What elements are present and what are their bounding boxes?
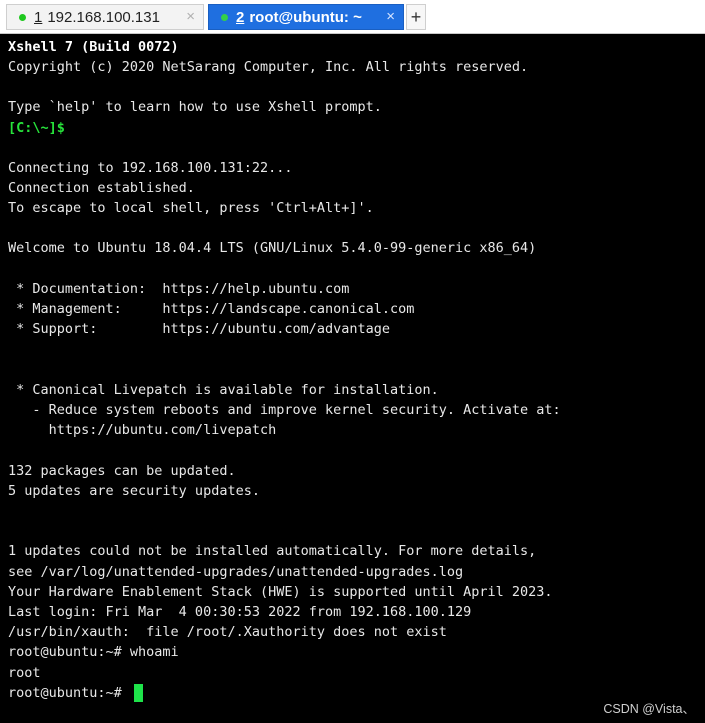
connection-status-icon <box>19 13 26 21</box>
terminal-line: Copyright (c) 2020 NetSarang Computer, I… <box>8 59 529 75</box>
terminal-line: * Support: https://ubuntu.com/advantage <box>8 321 391 337</box>
terminal-line: Xshell 7 (Build 0072) <box>8 39 179 55</box>
terminal-line: Your Hardware Enablement Stack (HWE) is … <box>8 584 553 600</box>
terminal-line: * Canonical Livepatch is available for i… <box>8 382 439 398</box>
terminal-line: https://ubuntu.com/livepatch <box>8 422 277 438</box>
terminal-line: - Reduce system reboots and improve kern… <box>8 402 561 418</box>
local-prompt: [C:\~]$ <box>8 120 65 136</box>
terminal-line: /usr/bin/xauth: file /root/.Xauthority d… <box>8 624 447 640</box>
terminal-line: 1 updates could not be installed automat… <box>8 543 537 559</box>
tab-title: 192.168.100.131 <box>47 8 160 26</box>
terminal-output[interactable]: Xshell 7 (Build 0072) Copyright (c) 2020… <box>0 34 705 723</box>
connection-status-icon <box>221 13 228 21</box>
terminal-line: see /var/log/unattended-upgrades/unatten… <box>8 564 464 580</box>
terminal-line: 5 updates are security updates. <box>8 483 260 499</box>
tab-title: root@ubuntu: ~ <box>249 8 362 26</box>
close-tab-icon[interactable]: × <box>186 8 195 25</box>
terminal-line: Type `help' to learn how to use Xshell p… <box>8 99 382 115</box>
terminal-line: 132 packages can be updated. <box>8 463 236 479</box>
terminal-line: Welcome to Ubuntu 18.04.4 LTS (GNU/Linux… <box>8 240 537 256</box>
watermark: CSDN @Vista、 <box>603 702 695 716</box>
terminal-line: To escape to local shell, press 'Ctrl+Al… <box>8 200 374 216</box>
terminal-line: * Management: https://landscape.canonica… <box>8 301 415 317</box>
text-cursor <box>134 684 143 702</box>
terminal-line: Connection established. <box>8 180 195 196</box>
shell-prompt: root@ubuntu:~# <box>8 685 130 701</box>
close-tab-icon[interactable]: × <box>386 8 395 25</box>
terminal-line: root@ubuntu:~# whoami <box>8 644 179 660</box>
tab-bar: 1 192.168.100.131 × 2 root@ubuntu: ~ × + <box>0 0 705 34</box>
terminal-line: root <box>8 665 41 681</box>
tab-number: 2 <box>236 8 245 26</box>
tab-session-1[interactable]: 1 192.168.100.131 × <box>6 4 204 30</box>
tab-session-2[interactable]: 2 root@ubuntu: ~ × <box>208 4 404 30</box>
terminal-line: Connecting to 192.168.100.131:22... <box>8 160 293 176</box>
new-tab-button[interactable]: + <box>406 4 426 30</box>
tab-number: 1 <box>34 8 43 26</box>
terminal-line: Last login: Fri Mar 4 00:30:53 2022 from… <box>8 604 472 620</box>
terminal-line: * Documentation: https://help.ubuntu.com <box>8 281 350 297</box>
